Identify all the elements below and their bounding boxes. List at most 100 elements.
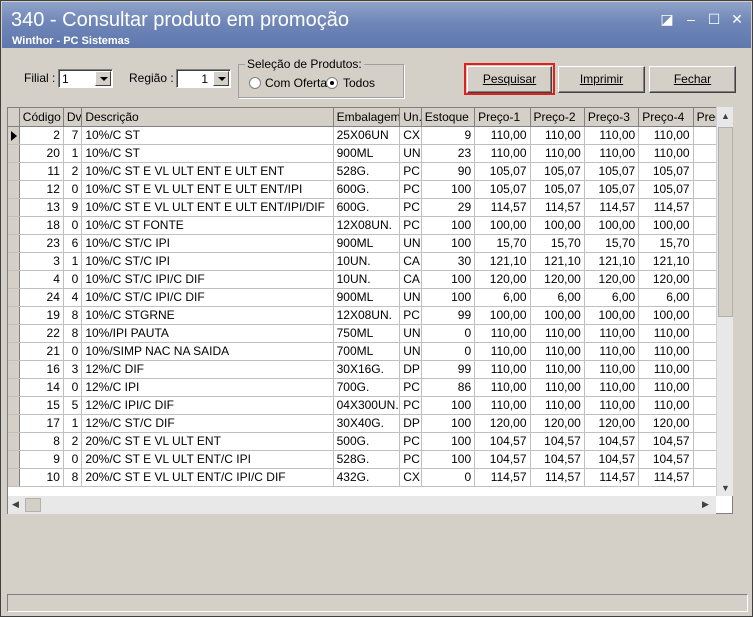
table-cell[interactable]: 1 (63, 414, 83, 433)
table-cell[interactable]: 104,57 (530, 450, 585, 469)
table-cell[interactable]: 120,00 (530, 270, 585, 289)
table-cell[interactable]: 10%/C ST E VL ULT ENT E ULT ENT/IPI/DIF (81, 198, 334, 217)
table-cell[interactable]: 114,57 (584, 198, 640, 217)
table-cell[interactable]: 23 (421, 144, 476, 163)
table-row[interactable]: 21 0 10%/SIMP NAC NA SAIDA 700ML UN 0 110,00 11… (8, 342, 732, 361)
table-cell[interactable]: 0 (63, 180, 83, 199)
row-indicator[interactable] (8, 450, 20, 469)
table-cell[interactable]: 110,00 (474, 342, 531, 361)
table-cell[interactable]: 100 (421, 234, 476, 253)
table-cell[interactable]: 10%/C ST/C IPI/C DIF (81, 270, 334, 289)
table-cell[interactable]: 110,00 (638, 342, 694, 361)
close-icon[interactable]: ✕ (729, 11, 745, 27)
table-row[interactable]: 12 0 10%/C ST E VL ULT ENT E ULT ENT/IPI 60… (8, 180, 732, 199)
table-cell[interactable]: PC (399, 180, 422, 199)
table-row[interactable]: 18 0 10%/C ST FONTE 12X08UN. PC 100 100,00 100,… (8, 216, 732, 235)
table-cell[interactable]: 100,00 (530, 216, 585, 235)
table-cell[interactable]: 114,57 (584, 468, 640, 487)
table-cell[interactable]: 14 (19, 378, 64, 397)
table-cell[interactable]: 120,00 (530, 414, 585, 433)
table-cell[interactable]: 110,00 (474, 360, 531, 379)
table-cell[interactable]: 0 (63, 342, 83, 361)
table-cell[interactable]: PC (399, 378, 422, 397)
table-cell[interactable]: 110,00 (530, 342, 585, 361)
imprimir-button[interactable]: Imprimir (558, 66, 645, 93)
table-cell[interactable]: 0 (421, 342, 476, 361)
table-cell[interactable]: 104,57 (530, 432, 585, 451)
table-cell[interactable]: 0 (63, 216, 83, 235)
table-cell[interactable]: DP (399, 360, 422, 379)
table-cell[interactable]: 25X06UN (333, 126, 401, 145)
table-cell[interactable]: 120,00 (474, 270, 531, 289)
row-indicator[interactable] (8, 396, 20, 415)
row-indicator[interactable] (8, 252, 20, 271)
table-cell[interactable]: 110,00 (638, 378, 694, 397)
table-cell[interactable]: 15,70 (584, 234, 640, 253)
table-cell[interactable]: 528G. (333, 162, 401, 181)
table-cell[interactable]: 12X08UN. (333, 306, 401, 325)
table-cell[interactable]: 100 (421, 414, 476, 433)
table-cell[interactable]: PC (399, 396, 422, 415)
table-cell[interactable]: 8 (63, 306, 83, 325)
table-row[interactable]: 19 8 10%/C STGRNE 12X08UN. PC 99 100,00 100,00 1… (8, 306, 732, 325)
table-row[interactable]: 24 4 10%/C ST/C IPI/C DIF 900ML UN 100 6,00 6,0… (8, 288, 732, 307)
table-cell[interactable]: 3 (63, 360, 83, 379)
table-cell[interactable]: 104,57 (638, 432, 694, 451)
table-cell[interactable]: 110,00 (584, 342, 640, 361)
table-cell[interactable]: 110,00 (638, 126, 694, 145)
table-cell[interactable]: 114,57 (530, 468, 585, 487)
table-cell[interactable]: 15 (19, 396, 64, 415)
table-cell[interactable]: 8 (19, 432, 64, 451)
table-cell[interactable]: 19 (19, 306, 64, 325)
table-cell[interactable]: 10UN. (333, 252, 401, 271)
column-header[interactable]: Estoque (421, 108, 476, 127)
table-cell[interactable]: 100,00 (474, 306, 531, 325)
table-cell[interactable]: 12%/C ST/C DIF (81, 414, 334, 433)
table-cell[interactable]: 2 (63, 162, 83, 181)
table-cell[interactable]: CA (399, 252, 422, 271)
table-row[interactable]: 20 1 10%/C ST 900ML UN 23 110,00 110,00 110,00 11… (8, 144, 732, 163)
table-cell[interactable]: 90 (421, 162, 476, 181)
table-cell[interactable]: 6,00 (530, 288, 585, 307)
table-cell[interactable]: 110,00 (584, 396, 640, 415)
table-cell[interactable]: 528G. (333, 450, 401, 469)
table-cell[interactable]: CA (399, 270, 422, 289)
table-cell[interactable]: 7 (63, 126, 83, 145)
horizontal-scroll-thumb[interactable] (25, 498, 41, 512)
table-cell[interactable]: 10%/C ST/C IPI/C DIF (81, 288, 334, 307)
table-row[interactable]: 13 9 10%/C ST E VL ULT ENT E ULT ENT/IPI/D… (8, 198, 732, 217)
table-cell[interactable]: 1 (63, 144, 83, 163)
scroll-left-icon[interactable]: ◀ (12, 499, 19, 510)
scroll-down-icon[interactable]: ▼ (721, 483, 730, 493)
table-cell[interactable]: 99 (421, 306, 476, 325)
table-cell[interactable]: 1 (63, 252, 83, 271)
table-cell[interactable]: UN (399, 288, 422, 307)
column-header[interactable]: Un. (399, 108, 422, 127)
table-cell[interactable]: 100 (421, 216, 476, 235)
table-cell[interactable]: 6 (63, 234, 83, 253)
table-cell[interactable]: 121,10 (638, 252, 694, 271)
row-indicator[interactable] (8, 198, 20, 217)
table-cell[interactable]: 110,00 (584, 126, 640, 145)
row-indicator[interactable] (8, 360, 20, 379)
row-indicator[interactable] (8, 180, 20, 199)
table-cell[interactable]: 120,00 (474, 414, 531, 433)
table-cell[interactable]: 100 (421, 432, 476, 451)
table-cell[interactable]: 20%/C ST E VL ULT ENT/C IPI/C DIF (81, 468, 334, 487)
table-cell[interactable]: 12X08UN. (333, 216, 401, 235)
table-cell[interactable]: 114,57 (474, 468, 531, 487)
table-cell[interactable]: 100,00 (474, 216, 531, 235)
row-indicator[interactable] (8, 270, 20, 289)
todos-label[interactable]: Todos (343, 76, 375, 90)
table-cell[interactable]: 24 (19, 288, 64, 307)
table-row[interactable]: 2 7 10%/C ST 25X06UN CX 9 110,00 110,00 110,00 11… (8, 126, 732, 145)
table-cell[interactable]: 8 (63, 324, 83, 343)
table-cell[interactable]: 114,57 (638, 198, 694, 217)
table-cell[interactable]: 100,00 (638, 216, 694, 235)
table-cell[interactable]: 100,00 (638, 306, 694, 325)
horizontal-scrollbar[interactable]: ◀ ▶ (8, 496, 716, 514)
table-cell[interactable]: 110,00 (530, 144, 585, 163)
table-cell[interactable]: 9 (19, 450, 64, 469)
table-row[interactable]: 9 0 20%/C ST E VL ULT ENT/C IPI 528G. PC 100 1… (8, 450, 732, 469)
table-cell[interactable]: 121,10 (474, 252, 531, 271)
